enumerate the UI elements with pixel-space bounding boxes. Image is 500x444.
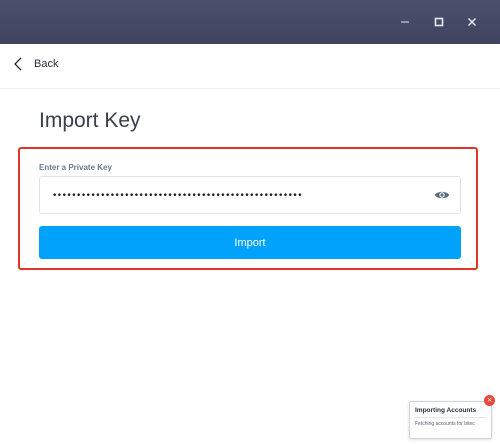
maximize-icon — [434, 17, 444, 27]
minimize-icon — [401, 21, 409, 23]
import-button[interactable]: Import — [39, 226, 461, 259]
maximize-button[interactable] — [429, 12, 449, 32]
toast-close-icon[interactable]: × — [484, 395, 495, 406]
close-icon — [468, 18, 476, 26]
private-key-input[interactable] — [50, 185, 424, 207]
private-key-label: Enter a Private Key — [39, 163, 112, 172]
toast-message: Fetching accounts for bitec — [415, 421, 475, 427]
eye-icon[interactable] — [434, 189, 450, 201]
chevron-left-icon — [14, 57, 22, 71]
close-button[interactable] — [462, 12, 482, 32]
window-titlebar — [0, 0, 500, 44]
page-title: Import Key — [39, 109, 141, 132]
minimize-button[interactable] — [395, 12, 415, 32]
toast-divider — [414, 417, 487, 418]
private-key-field[interactable] — [39, 176, 461, 214]
back-button[interactable]: Back — [14, 57, 58, 71]
importing-accounts-toast: Importing Accounts Fetching accounts for… — [409, 401, 492, 439]
navigation-bar: Back — [0, 44, 500, 89]
toast-title: Importing Accounts — [415, 407, 477, 414]
back-label: Back — [34, 58, 59, 70]
